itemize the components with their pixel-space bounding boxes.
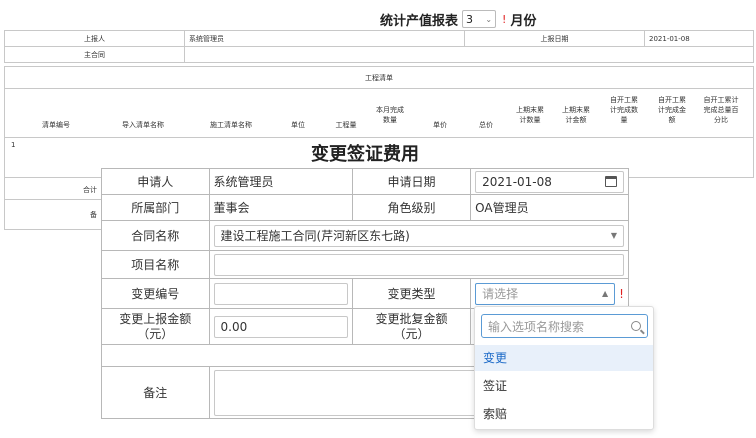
report-amount-input[interactable]: 0.00 <box>213 315 348 338</box>
role-label: 角色级别 <box>351 194 472 221</box>
contract-label: 合同名称 <box>101 220 210 251</box>
main-contract-label: 主合同 <box>4 46 185 63</box>
change-type-placeholder: 请选择 <box>482 287 519 301</box>
column-header: 单位 <box>291 121 305 129</box>
applicant-value: 系统管理员 <box>208 168 353 195</box>
column-header: 自开工累计完成总量百分比 <box>703 96 739 124</box>
apply-date-input[interactable]: 2021-01-08 <box>475 170 624 193</box>
column-header: 上期末累计金额 <box>562 106 590 124</box>
approve-amount-label: 变更批复金额 （元） <box>351 308 472 345</box>
change-type-select[interactable]: 请选择 ▲ <box>475 282 616 305</box>
report-title-suffix: 月份 <box>510 13 537 29</box>
report-amount-label-line1: 变更上报金额 <box>119 311 192 326</box>
column-header: 施工清单名称 <box>210 121 252 129</box>
calendar-icon[interactable] <box>605 176 617 187</box>
change-no-label: 变更编号 <box>101 278 210 309</box>
column-header: 单价 <box>433 121 447 129</box>
column-headers: 清单编号 导入清单名称 施工清单名称 单位 工程量 本月完成数量 单价 总价 上… <box>4 88 754 138</box>
report-title-prefix: 统计产值报表 <box>380 13 459 29</box>
chevron-down-icon: ⌄ <box>485 14 493 24</box>
dropdown-option-visa[interactable]: 签证 <box>475 373 653 399</box>
report-amount-label: 变更上报金额 （元） <box>101 308 210 345</box>
remark-label: 备 <box>4 200 104 230</box>
project-list-header: 工程清单 <box>4 66 754 89</box>
column-header: 本月完成数量 <box>376 106 404 124</box>
main-contract-value[interactable] <box>184 46 754 63</box>
apply-date-value: 2021-01-08 <box>482 174 552 189</box>
project-list-label: 工程清单 <box>4 66 754 89</box>
search-icon <box>631 321 641 331</box>
dropdown-search-placeholder: 输入选项名称搜索 <box>488 319 585 334</box>
total-label: 合计 <box>4 178 104 200</box>
report-amount-label-line2: （元） <box>137 326 174 341</box>
column-header: 清单编号 <box>42 121 70 129</box>
dropdown-option-change[interactable]: 变更 <box>475 345 653 371</box>
department-label: 所属部门 <box>101 194 210 221</box>
report-date-label: 上报日期 <box>464 30 645 47</box>
month-value: 3 <box>466 12 474 26</box>
reporter-label: 上报人 <box>4 30 185 47</box>
project-input[interactable] <box>213 253 624 276</box>
dialog-title: 变更签证费用 <box>311 144 419 165</box>
change-type-dropdown: 输入选项名称搜索 变更 签证 索赔 <box>474 306 654 430</box>
report-header-table: 上报人 系统管理员 上报日期 2021-01-08 主合同 <box>4 30 754 63</box>
month-select[interactable]: 3 ⌄ <box>462 10 497 28</box>
column-header: 导入清单名称 <box>122 121 164 129</box>
contract-select[interactable]: 建设工程施工合同(芹河新区东七路) ▼ <box>213 224 624 247</box>
applicant-label: 申请人 <box>101 168 210 195</box>
required-mark: ! <box>619 286 624 301</box>
dropdown-search-input[interactable]: 输入选项名称搜索 <box>481 314 648 338</box>
required-mark: ! <box>502 12 507 26</box>
column-header: 上期末累计数量 <box>516 106 544 124</box>
project-label: 项目名称 <box>101 250 210 279</box>
department-value: 董事会 <box>208 194 353 221</box>
caret-down-icon: ▼ <box>610 231 617 240</box>
caret-up-icon: ▲ <box>602 289 609 298</box>
report-date-value: 2021-01-08 <box>644 30 754 47</box>
column-header: 自开工累计完成金额 <box>658 96 686 124</box>
report-title: 统计产值报表 3 ⌄ ! 月份 <box>380 8 536 30</box>
apply-date-label: 申请日期 <box>351 168 472 195</box>
column-header: 总价 <box>479 121 493 129</box>
row-number: 1 <box>11 141 16 149</box>
column-header: 自开工累计完成数量 <box>610 96 638 124</box>
remark-label: 备注 <box>101 366 210 419</box>
approve-amount-label-line2: （元） <box>393 326 430 341</box>
change-no-input[interactable] <box>213 282 348 305</box>
contract-value: 建设工程施工合同(芹河新区东七路) <box>220 229 410 243</box>
change-type-label: 变更类型 <box>351 278 472 309</box>
role-value: OA管理员 <box>470 194 629 221</box>
approve-amount-label-line1: 变更批复金额 <box>375 311 448 326</box>
column-header: 工程量 <box>335 121 357 129</box>
report-amount-value: 0.00 <box>220 319 248 334</box>
reporter-value: 系统管理员 <box>184 30 465 47</box>
dropdown-option-claim[interactable]: 索赔 <box>475 401 653 427</box>
